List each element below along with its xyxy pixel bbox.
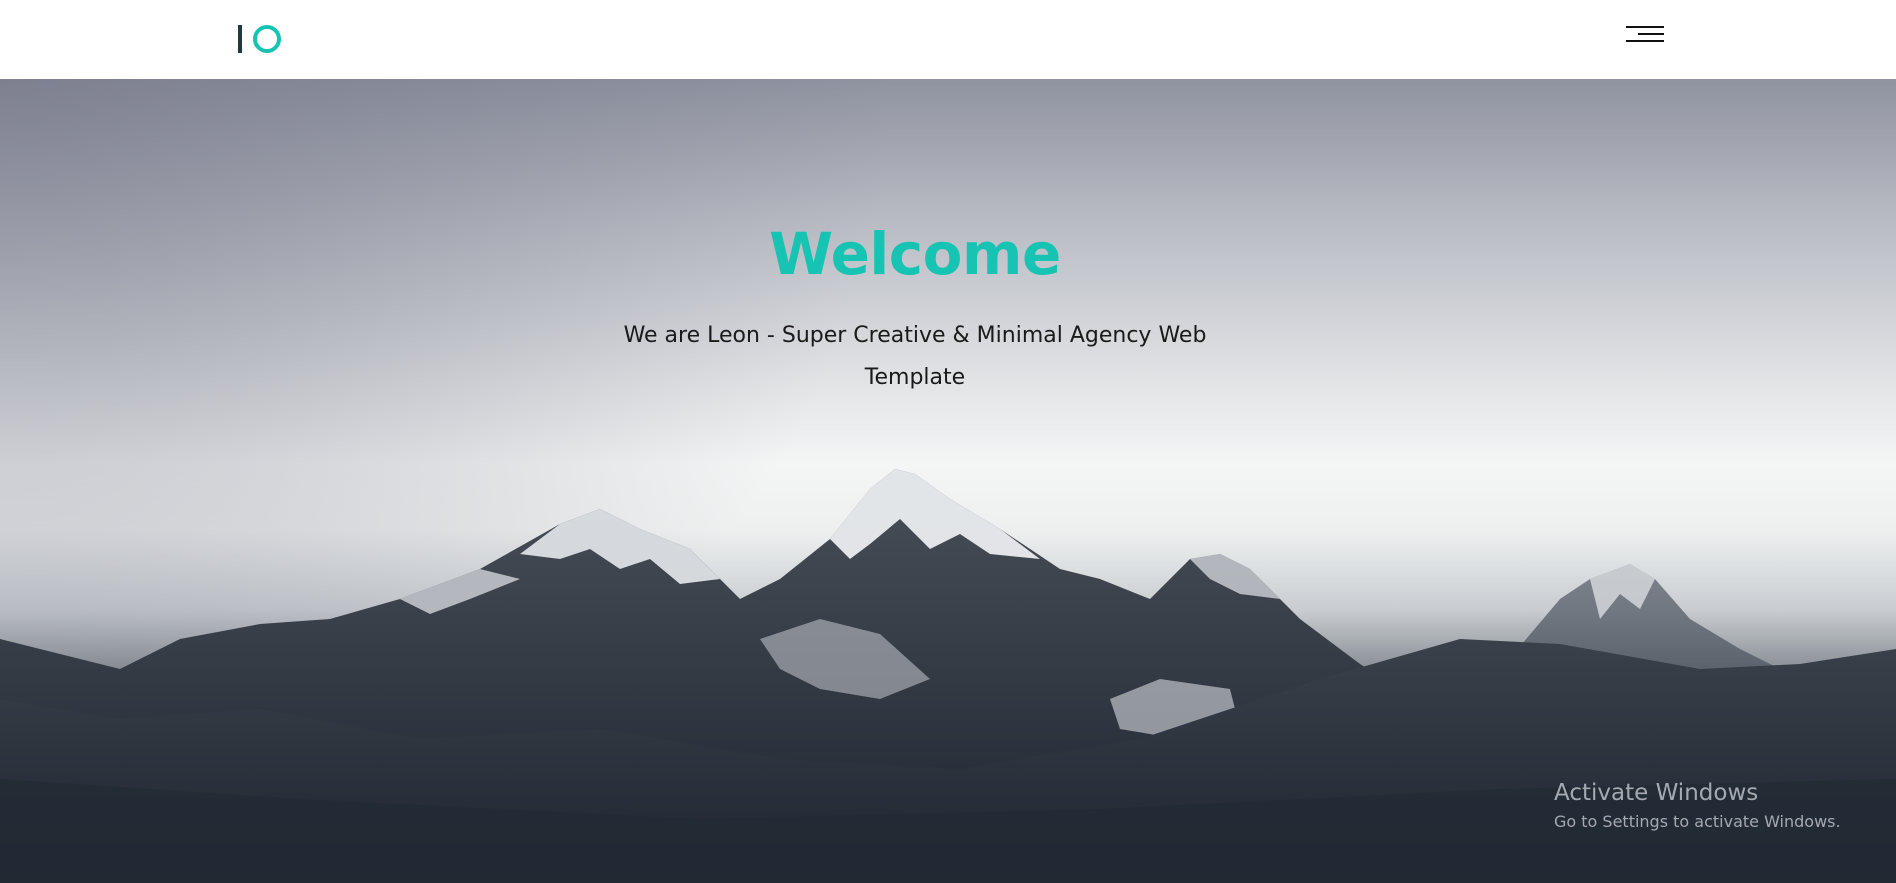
- hero-title: Welcome: [769, 220, 1061, 288]
- logo-link[interactable]: [238, 24, 281, 54]
- page: Welcome We are Leon - Super Creative & M…: [0, 0, 1896, 883]
- hero-subtitle: We are Leon - Super Creative & Minimal A…: [623, 323, 1207, 390]
- menu-line-middle: [1638, 33, 1664, 35]
- watermark-subtitle: Go to Settings to activate Windows.: [1554, 812, 1841, 831]
- menu-line-top: [1626, 26, 1664, 28]
- logo-ring-mark: [253, 25, 281, 53]
- site-header: [0, 0, 1896, 79]
- activate-windows-watermark: Activate Windows Go to Settings to activ…: [1554, 778, 1841, 834]
- hero-section: Welcome We are Leon - Super Creative & M…: [0, 79, 1896, 883]
- hero-content: Welcome We are Leon - Super Creative & M…: [0, 219, 1830, 399]
- mountain-background-image: [0, 469, 1896, 883]
- hamburger-menu-icon[interactable]: [1622, 22, 1664, 50]
- logo-bar-mark: [238, 25, 242, 53]
- menu-line-bottom: [1626, 40, 1664, 42]
- watermark-title: Activate Windows: [1554, 780, 1759, 806]
